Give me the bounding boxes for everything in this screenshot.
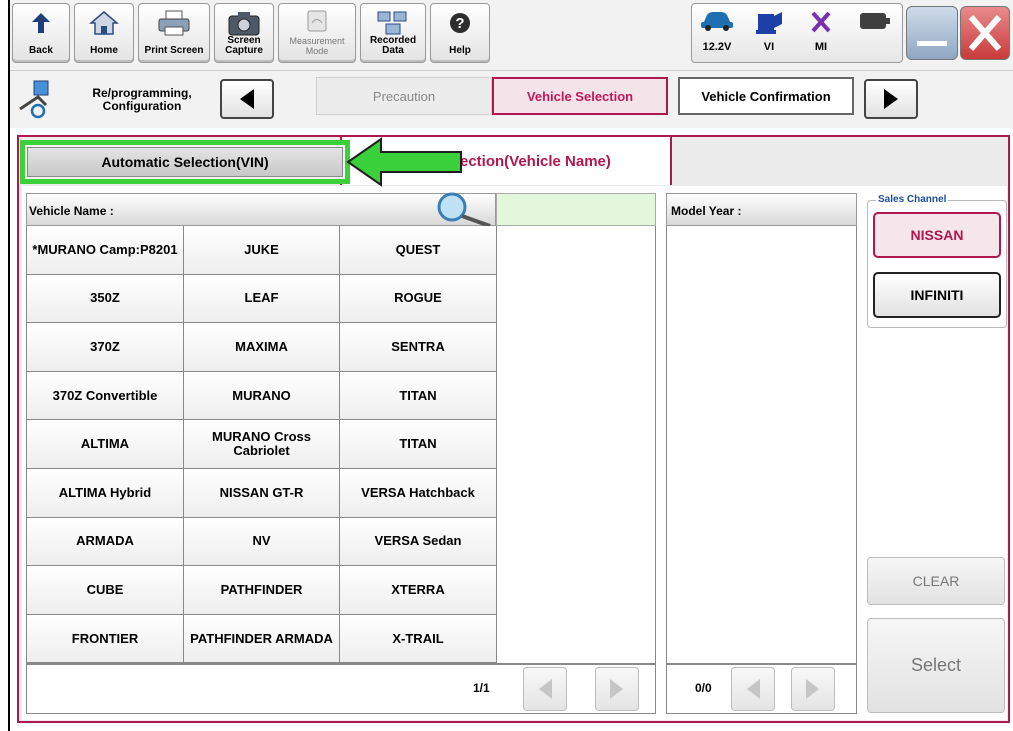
car-icon (692, 10, 742, 38)
measurement-mode-button[interactable]: Measurement Mode (278, 3, 356, 63)
camera-icon (215, 9, 273, 37)
measurement-icon (279, 9, 355, 37)
highlight-arrow-icon (346, 137, 462, 187)
year-page-count: 0/0 (695, 681, 712, 695)
screen-capture-button[interactable]: Screen Capture (214, 3, 274, 63)
help-icon: ? (431, 9, 489, 37)
status-panel: 12.2V VI MI (691, 3, 903, 63)
vi-icon (744, 10, 794, 38)
vehicle-name-cell[interactable]: XTERRA (340, 566, 496, 615)
vehicle-name-cell[interactable]: FRONTIER (27, 614, 184, 664)
vehicle-name-cell[interactable]: LEAF (184, 274, 340, 324)
vehicle-name-cell[interactable]: 350Z (27, 274, 184, 324)
vehicle-name-header: Vehicle Name : (26, 193, 496, 226)
right-triangle-icon (610, 679, 623, 699)
sales-channel-title: Sales Channel (876, 194, 949, 205)
vehicle-name-cell[interactable]: JUKE (184, 226, 340, 275)
vehicle-page-prev-button[interactable] (523, 667, 567, 711)
recorded-data-icon (361, 9, 425, 37)
mi-status: MI (796, 4, 846, 62)
left-triangle-icon (539, 679, 552, 699)
minimize-button[interactable] (906, 6, 958, 60)
vehicle-page-next-button[interactable] (595, 667, 639, 711)
step-vehicle-confirmation: Vehicle Confirmation (678, 77, 854, 115)
battery-icon (850, 10, 900, 38)
back-button[interactable]: Back (12, 3, 70, 63)
model-year-list (666, 226, 857, 664)
vehicle-name-cell[interactable]: NV (184, 517, 340, 567)
select-button[interactable]: Select (867, 618, 1005, 713)
battery-status: 12.2V (692, 4, 742, 62)
vehicle-name-cell[interactable]: QUEST (340, 226, 496, 275)
minimize-icon (917, 41, 947, 46)
vi-status: VI (744, 4, 794, 62)
model-year-pager: 0/0 (666, 664, 857, 714)
vehicle-name-cell[interactable]: MURANO Cross Cabriolet (184, 420, 340, 469)
home-button[interactable]: Home (74, 3, 134, 63)
vehicle-name-cell[interactable]: MURANO (184, 371, 340, 421)
vehicle-name-cell[interactable]: PATHFINDER ARMADA (184, 614, 340, 664)
nissan-channel-button[interactable]: NISSAN (873, 212, 1001, 258)
vehicle-name-input[interactable] (496, 193, 656, 226)
vehicle-name-cell[interactable]: TITAN (340, 420, 496, 469)
vehicle-name-cell[interactable]: ROGUE (340, 274, 496, 324)
clear-button[interactable]: CLEAR (867, 557, 1005, 605)
infiniti-channel-button[interactable]: INFINITI (873, 272, 1001, 318)
recorded-data-button[interactable]: Recorded Data (360, 3, 426, 63)
vehicle-name-cell[interactable]: VERSA Hatchback (340, 469, 496, 518)
step-vehicle-selection: Vehicle Selection (492, 77, 668, 115)
printer-icon (139, 9, 209, 37)
back-arrow-icon (13, 9, 69, 37)
next-step-button[interactable] (864, 79, 918, 119)
battery-indicator (850, 4, 900, 62)
vehicle-name-cell[interactable]: TITAN (340, 371, 496, 421)
tab-automatic-selection[interactable]: Automatic Selection(VIN) (20, 140, 350, 184)
vehicle-name-cell[interactable]: CUBE (27, 566, 184, 615)
reprogramming-icon (16, 79, 72, 119)
print-screen-button[interactable]: Print Screen (138, 3, 210, 63)
vehicle-name-cell[interactable]: PATHFINDER (184, 566, 340, 615)
vehicle-name-cell[interactable]: 370Z Convertible (27, 371, 184, 421)
home-icon (75, 9, 133, 37)
help-button[interactable]: ? Help (430, 3, 490, 63)
left-triangle-icon (240, 89, 254, 109)
vehicle-name-cell[interactable]: 370Z (27, 323, 184, 372)
vehicle-name-cell[interactable]: SENTRA (340, 323, 496, 372)
vehicle-name-cell[interactable]: NISSAN GT-R (184, 469, 340, 518)
vehicle-name-cell[interactable]: ALTIMA Hybrid (27, 469, 184, 518)
vehicle-name-cell[interactable]: X-TRAIL (340, 614, 496, 664)
vehicle-page-count: 1/1 (473, 681, 490, 695)
search-icon[interactable] (432, 190, 494, 228)
mode-title: Re/programming, Configuration (92, 86, 192, 113)
step-precaution: Precaution (316, 77, 492, 115)
vehicle-name-grid: *MURANO Camp:P8201 JUKE QUEST 350Z LEAF ROGUE… (26, 226, 496, 664)
toolbar: Back Home Print Screen Screen Capture Me… (10, 0, 1013, 70)
vehicle-name-cell[interactable]: ALTIMA (27, 420, 184, 469)
svg-text:?: ? (455, 15, 464, 32)
vehicle-detail-list (496, 226, 656, 664)
close-button[interactable] (960, 6, 1010, 60)
right-triangle-icon (806, 679, 819, 699)
close-icon (968, 15, 1002, 51)
breadcrumb: Re/programming, Configuration Precaution… (10, 70, 1013, 128)
right-triangle-icon (884, 89, 898, 109)
vehicle-name-cell[interactable]: MAXIMA (184, 323, 340, 372)
vehicle-pager: 1/1 (26, 664, 656, 714)
year-page-prev-button[interactable] (731, 667, 775, 711)
vehicle-name-cell[interactable]: *MURANO Camp:P8201 (27, 226, 184, 275)
vehicle-name-cell[interactable]: ARMADA (27, 517, 184, 567)
vehicle-name-cell[interactable]: VERSA Sedan (340, 517, 496, 567)
year-page-next-button[interactable] (791, 667, 835, 711)
mi-disconnected-icon (796, 10, 846, 38)
model-year-header: Model Year : (666, 193, 857, 226)
left-triangle-icon (747, 679, 760, 699)
previous-step-button[interactable] (220, 79, 274, 119)
